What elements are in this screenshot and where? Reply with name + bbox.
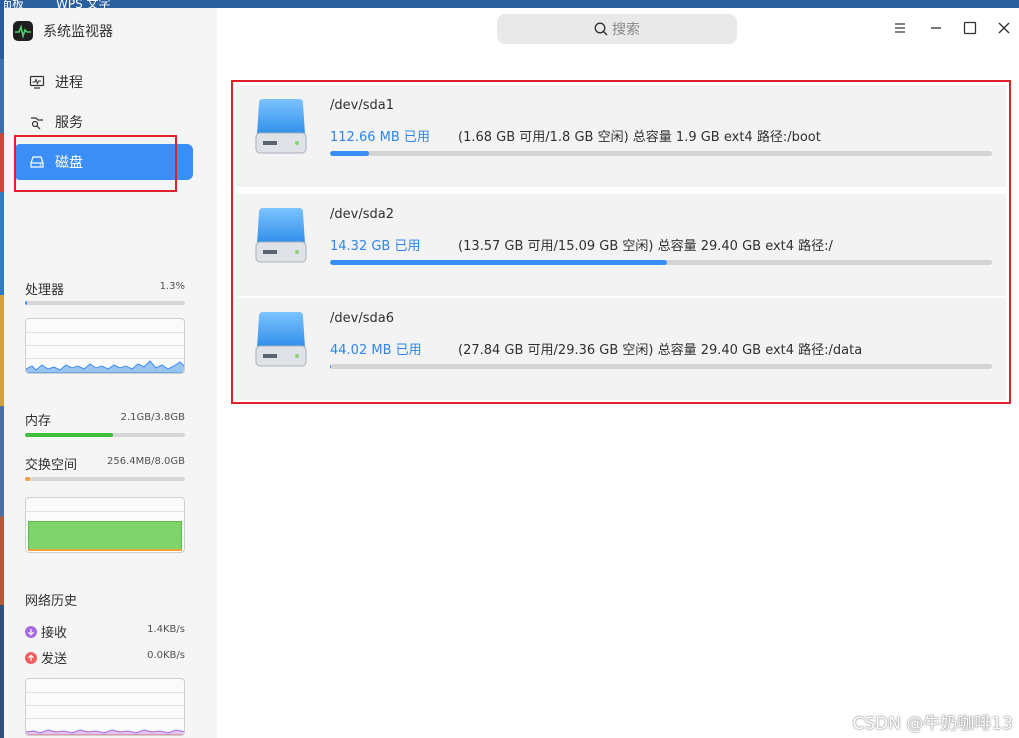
maximize-button[interactable] [958, 16, 982, 40]
highlight-box [14, 135, 177, 192]
minimize-icon [929, 21, 943, 35]
disk-used: 14.32 GB 已用 [330, 239, 421, 254]
send-label: 发送 [41, 652, 68, 667]
swap-usage-bar [25, 477, 185, 481]
memory-label: 内存 [25, 414, 52, 429]
monitor-icon [28, 73, 46, 91]
memory-usage-bar [25, 433, 185, 437]
disk-name: /dev/sda6 [330, 311, 394, 326]
memory-usage-fill [25, 433, 113, 437]
close-icon [997, 21, 1011, 35]
service-icon [28, 113, 46, 131]
hard-drive-icon [253, 97, 309, 155]
minimize-button[interactable] [924, 16, 948, 40]
disk-detail: (1.68 GB 可用/1.8 GB 空闲) 总容量 1.9 GB ext4 路… [458, 130, 821, 145]
hard-drive-icon [253, 206, 309, 264]
disk-used: 44.02 MB 已用 [330, 343, 422, 358]
swap-label: 交换空间 [25, 458, 78, 473]
cpu-usage-bar [25, 301, 185, 305]
disk-used: 112.66 MB 已用 [330, 130, 430, 145]
desktop-top-strip: 面板 WPS 文字 [0, 0, 1019, 11]
memory-history-area [28, 521, 182, 550]
swap-history-line [28, 549, 182, 551]
disk-name: /dev/sda1 [330, 98, 394, 113]
sidebar-item-label: 进程 [55, 75, 83, 91]
disk-row[interactable]: /dev/sda2 14.32 GB 已用 (13.57 GB 可用/15.09… [236, 194, 1006, 296]
disk-name: /dev/sda2 [330, 207, 394, 222]
menu-button[interactable] [888, 16, 912, 40]
disk-usage-fill [330, 260, 667, 265]
disk-usage-bar [330, 260, 992, 265]
close-button[interactable] [992, 16, 1016, 40]
swap-value: 256.4MB/8.0GB [107, 456, 185, 467]
search-input[interactable]: 搜索 [497, 14, 737, 44]
app-title-row: 系统监视器 [13, 20, 113, 42]
maximize-icon [963, 21, 977, 35]
cpu-history-graph [25, 318, 185, 374]
send-value: 0.0KB/s [147, 650, 185, 661]
sidebar-item-label: 服务 [55, 115, 83, 131]
watermark: CSDN @牛奶咖啡13 [852, 714, 1013, 734]
cpu-value: 1.3% [159, 281, 185, 292]
memory-value: 2.1GB/3.8GB [120, 412, 185, 423]
disk-list: /dev/sda1 112.66 MB 已用 (1.68 GB 可用/1.8 G… [231, 80, 1011, 404]
sidebar-item-process[interactable]: 进程 [14, 64, 193, 100]
search-placeholder: 搜索 [612, 22, 640, 38]
swap-usage-fill [25, 477, 30, 481]
arrow-down-circle-icon [25, 625, 37, 638]
disk-usage-bar [330, 364, 992, 369]
cpu-usage-fill [25, 301, 28, 305]
receive-label: 接收 [41, 626, 68, 641]
receive-value: 1.4KB/s [147, 624, 185, 635]
arrow-up-circle-icon [25, 651, 37, 664]
send-row: 发送 [25, 648, 67, 667]
network-history-graph [25, 678, 185, 736]
disk-detail: (13.57 GB 可用/15.09 GB 空闲) 总容量 29.40 GB e… [458, 239, 833, 254]
disk-usage-fill [330, 364, 331, 369]
cpu-label: 处理器 [25, 283, 65, 298]
disk-usage-bar [330, 151, 992, 156]
disk-usage-fill [330, 151, 370, 156]
receive-row: 接收 [25, 622, 67, 641]
sidebar: 系统监视器 进程 服务 磁盘 处理器 1.3% 内存 2.1GB/3.8GB 交… [4, 8, 217, 738]
disk-row[interactable]: /dev/sda1 112.66 MB 已用 (1.68 GB 可用/1.8 G… [236, 85, 1006, 187]
disk-row[interactable]: /dev/sda6 44.02 MB 已用 (27.84 GB 可用/29.36… [236, 298, 1006, 400]
hard-drive-icon [253, 310, 309, 368]
memory-history-graph [25, 497, 185, 553]
app-title: 系统监视器 [43, 24, 113, 40]
system-monitor-window: 系统监视器 进程 服务 磁盘 处理器 1.3% 内存 2.1GB/3.8GB 交… [4, 8, 1019, 738]
search-icon [594, 22, 608, 36]
network-label: 网络历史 [25, 594, 78, 609]
system-monitor-app-icon [13, 21, 33, 41]
hamburger-menu-icon [893, 22, 907, 34]
disk-detail: (27.84 GB 可用/29.36 GB 空闲) 总容量 29.40 GB e… [458, 343, 863, 358]
